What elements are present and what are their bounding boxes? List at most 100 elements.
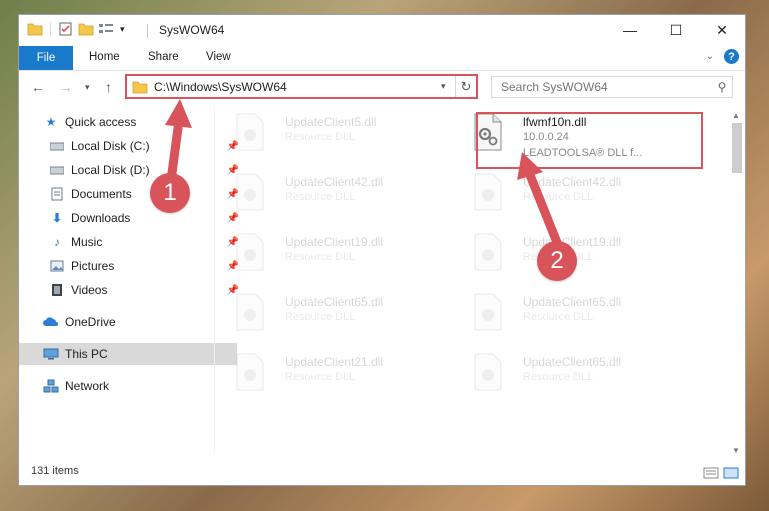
sidebar-item-label: This PC — [65, 347, 108, 361]
documents-icon — [49, 187, 65, 201]
pictures-icon — [49, 259, 65, 273]
sidebar-item-music[interactable]: ♪ Music 📌 — [19, 231, 243, 253]
file-description: Resource DLL — [523, 191, 594, 203]
list-item[interactable]: UpdateClient65.dll Resource DLL — [219, 287, 449, 341]
sidebar-item-label: Videos — [71, 283, 108, 297]
sidebar-item-label: Music — [71, 235, 103, 249]
dll-file-icon — [474, 173, 502, 211]
sidebar-item-this-pc[interactable]: This PC — [19, 343, 237, 365]
dll-file-icon — [474, 293, 502, 331]
drive-icon — [49, 139, 65, 153]
step-marker-2: 2 — [537, 241, 577, 281]
search-box[interactable]: ⚲ — [491, 76, 733, 98]
file-name: UpdateClient65.dll — [523, 355, 622, 369]
address-bar[interactable]: C:\Windows\SysWOW64 ▾ ↻ — [125, 74, 478, 99]
view-toggle — [703, 467, 739, 479]
sidebar-item-local-disk-d[interactable]: Local Disk (D:) 📌 — [19, 159, 243, 181]
chevron-down-icon[interactable]: ▾ — [120, 24, 125, 35]
close-button[interactable]: ✕ — [699, 15, 745, 45]
title-bar: ▾ SysWOW64 — ☐ ✕ — [19, 15, 745, 46]
vertical-scrollbar[interactable]: ▲ ▼ — [730, 111, 744, 455]
sidebar-item-quick-access[interactable]: ★ Quick access — [19, 111, 237, 133]
list-item[interactable]: UpdateClient21.dll Resource DLL — [219, 347, 449, 401]
file-name: UpdateClient42.dll — [285, 175, 384, 189]
tab-file[interactable]: File — [19, 46, 73, 70]
sidebar-item-documents[interactable]: Documents 📌 — [19, 183, 243, 205]
file-name: UpdateClient42.dll — [523, 175, 622, 189]
file-highlight-box — [476, 112, 703, 169]
scroll-down-icon[interactable]: ▼ — [732, 446, 740, 455]
step-marker-1: 1 — [150, 173, 190, 213]
scrollbar-thumb[interactable] — [732, 123, 742, 173]
list-item[interactable]: UpdateClient19.dll Resource DLL — [219, 227, 449, 281]
dll-file-icon — [236, 353, 264, 391]
dll-file-icon — [236, 293, 264, 331]
sidebar-item-downloads[interactable]: ⬇ Downloads 📌 — [19, 207, 243, 229]
list-item[interactable]: UpdateClient65.dll Resource DLL — [457, 347, 687, 401]
sidebar-item-label: Quick access — [65, 115, 137, 129]
tab-share[interactable]: Share — [148, 51, 179, 63]
search-input[interactable] — [499, 79, 712, 95]
list-item[interactable]: UpdateClient5.dll Resource DLL — [219, 107, 449, 161]
help-icon[interactable]: ? — [724, 49, 739, 64]
folder-icon — [132, 81, 148, 93]
star-icon: ★ — [45, 115, 57, 129]
item-count: 131 items — [31, 465, 79, 477]
navigation-pane: ★ Quick access Local Disk (C:) 📌 Local D… — [19, 111, 239, 451]
dll-file-icon — [236, 233, 264, 271]
file-description: Resource DLL — [285, 131, 356, 143]
back-arrow-icon[interactable]: ← — [31, 79, 45, 95]
tiles-view-icon[interactable] — [723, 467, 739, 479]
chevron-down-icon[interactable]: ▾ — [441, 81, 455, 92]
up-arrow-icon[interactable]: ↑ — [105, 79, 112, 95]
sidebar-item-network[interactable]: Network — [19, 375, 237, 397]
refresh-icon[interactable]: ↻ — [455, 76, 476, 97]
sidebar-item-pictures[interactable]: Pictures 📌 — [19, 255, 243, 277]
ribbon-tabs: File Home Share View ⌄ ? — [19, 46, 745, 71]
navigation-bar: ← → ▾ ↑ C:\Windows\SysWOW64 ▾ ↻ ⚲ — [19, 71, 745, 103]
tab-view[interactable]: View — [206, 51, 231, 63]
recent-locations-icon[interactable]: ▾ — [85, 82, 90, 93]
file-name: UpdateClient65.dll — [523, 295, 622, 309]
customize-icon[interactable] — [98, 22, 116, 36]
sidebar-item-label: Pictures — [71, 259, 115, 273]
cloud-icon — [43, 315, 59, 329]
sidebar-item-local-disk-c[interactable]: Local Disk (C:) 📌 — [19, 135, 243, 157]
list-item[interactable]: UpdateClient42.dll Resource DLL — [219, 167, 449, 221]
expand-ribbon-icon[interactable]: ⌄ — [706, 51, 714, 62]
sidebar-item-label: Local Disk (C:) — [71, 139, 150, 153]
maximize-button[interactable]: ☐ — [653, 15, 699, 45]
new-folder-icon[interactable] — [78, 22, 94, 36]
sidebar-item-onedrive[interactable]: OneDrive — [19, 311, 237, 333]
file-name: UpdateClient21.dll — [285, 355, 384, 369]
address-path[interactable]: C:\Windows\SysWOW64 — [154, 80, 441, 94]
tab-home[interactable]: Home — [89, 51, 120, 63]
dll-file-icon — [236, 173, 264, 211]
window-controls: — ☐ ✕ — [607, 15, 745, 45]
search-icon[interactable]: ⚲ — [712, 80, 732, 94]
file-description: Resource DLL — [285, 311, 356, 323]
sidebar-item-videos[interactable]: Videos 📌 — [19, 279, 243, 301]
computer-icon — [43, 347, 59, 361]
folder-icon — [27, 23, 43, 36]
forward-arrow-icon[interactable]: → — [59, 79, 73, 95]
explorer-window: ▾ SysWOW64 — ☐ ✕ File Home Share View ⌄ … — [18, 14, 746, 486]
details-view-icon[interactable] — [703, 467, 719, 479]
file-name: UpdateClient19.dll — [285, 235, 384, 249]
window-title: SysWOW64 — [159, 23, 225, 37]
list-item[interactable]: UpdateClient42.dll Resource DLL — [457, 167, 687, 221]
dll-file-icon — [474, 233, 502, 271]
drive-icon — [49, 163, 65, 177]
dll-file-icon — [474, 353, 502, 391]
sidebar-item-label: Local Disk (D:) — [71, 163, 150, 177]
scroll-up-icon[interactable]: ▲ — [732, 111, 740, 120]
file-name: UpdateClient65.dll — [285, 295, 384, 309]
file-description: Resource DLL — [285, 371, 356, 383]
file-description: Resource DLL — [285, 191, 356, 203]
minimize-button[interactable]: — — [607, 15, 653, 45]
properties-icon[interactable] — [58, 21, 74, 37]
sidebar-item-label: OneDrive — [65, 315, 116, 329]
download-icon: ⬇ — [51, 211, 63, 225]
list-item[interactable]: UpdateClient65.dll Resource DLL — [457, 287, 687, 341]
file-description: Resource DLL — [285, 251, 356, 263]
